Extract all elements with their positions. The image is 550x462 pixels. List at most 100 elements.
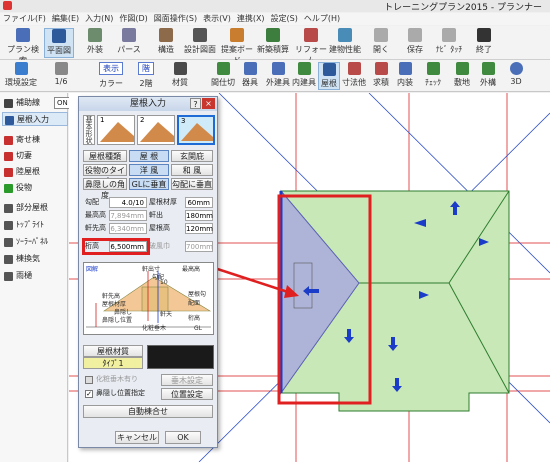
exterior-works-button[interactable]: 外構 [476, 62, 500, 90]
eave-height-field: 6,340mm [109, 223, 147, 234]
gutter-icon [4, 272, 13, 281]
sidebar-item-gable[interactable]: 切妻 [2, 149, 68, 163]
perspective-icon [122, 28, 136, 42]
sidebar-item-ridge-vent[interactable]: 棟換気 [2, 252, 68, 266]
max-height-diagram-label: 最高高 [182, 266, 201, 273]
roof-button[interactable]: 屋 根 [129, 150, 169, 162]
menu-settings[interactable]: 設定(S) [268, 13, 301, 25]
sidebar-item-roof-input[interactable]: 屋根入力 [2, 112, 68, 126]
roof-type-label: 屋根種類 [83, 150, 127, 162]
3d-icon [509, 62, 523, 75]
menu-draw[interactable]: 作図(D) [116, 13, 150, 25]
plan-search-button[interactable]: プラン検索 [4, 28, 42, 65]
interior-door-button[interactable]: 内建具 [290, 62, 318, 90]
touch-icon [442, 28, 456, 42]
shape-option-1[interactable]: 1 [97, 115, 135, 145]
rafter-checkbox[interactable] [85, 376, 93, 384]
structure-button[interactable]: 構造 [152, 28, 180, 58]
eave-projection-field[interactable]: 180mm [185, 210, 213, 221]
sidebar-item-partial-roof[interactable]: 部分屋根 [2, 201, 68, 215]
sidebar-item-solar-panel[interactable]: ｿｰﾗｰﾊﾟﾈﾙ [2, 235, 68, 249]
japanese-style-button[interactable]: 和 風 [171, 164, 213, 176]
menu-file[interactable]: ファイル(F) [0, 13, 49, 25]
max-height-label: 最高高 [85, 211, 106, 219]
site-button[interactable]: 敷地 [450, 62, 474, 90]
material-button[interactable]: 材質 [168, 62, 192, 90]
fascia-position-diagram-label: 鼻隠し位置 [102, 317, 133, 324]
interior-button[interactable]: 内装 [394, 62, 416, 90]
new-estimate-button[interactable]: 新築積算 [256, 28, 290, 58]
menu-view[interactable]: 表示(V) [200, 13, 234, 25]
roof-shape-3-icon [181, 123, 213, 141]
fence-icon [481, 62, 495, 75]
folder-icon [374, 28, 388, 42]
design-drawing-button[interactable]: 設計図面 [184, 28, 216, 58]
menu-input[interactable]: 入力(N) [82, 13, 116, 25]
title-bar: トレーニングプラン2015 - プランナー [0, 0, 550, 13]
sidebar-item-gutter[interactable]: 雨樋 [2, 269, 68, 283]
position-settings-button[interactable]: 位置設定 [161, 388, 213, 400]
dimension-button[interactable]: 寸法他 [340, 62, 368, 90]
save-button[interactable]: 保存 [404, 28, 426, 58]
material-swatch[interactable] [147, 345, 214, 369]
fascia-position-check-label: 鼻隠し位置指定 [96, 389, 145, 397]
ok-button[interactable]: OK [165, 431, 201, 444]
sidebar-item-guide-line[interactable]: 補助線 ON [2, 96, 71, 110]
shape-label: 基本形状 [83, 115, 95, 145]
material-type-button[interactable]: ﾀｲﾌﾟ1 [83, 357, 143, 369]
floor-plan-button[interactable]: 平面図 [44, 28, 74, 58]
roof-thickness-field[interactable]: 60mm [185, 197, 213, 208]
menu-link[interactable]: 連携(X) [234, 13, 268, 25]
building-performance-button[interactable]: 建物性能 [328, 28, 362, 58]
proposal-board-button[interactable]: 提案ボード [218, 28, 256, 65]
gl-vertical-button[interactable]: GLに垂直 [129, 178, 169, 190]
auto-ridge-button[interactable]: 自動棟合せ [83, 405, 213, 418]
perspective-button[interactable]: パース [114, 28, 144, 58]
fixture-button[interactable]: 器具 [238, 62, 262, 90]
fascia-position-checkbox[interactable]: ✓ [85, 390, 93, 398]
sidebar-item-trim[interactable]: 役物 [2, 181, 68, 195]
roof-button[interactable]: 屋根 [318, 62, 340, 90]
close-button[interactable]: × [202, 98, 215, 109]
sidebar-item-hip[interactable]: 寄せ棟 [2, 133, 68, 147]
sidebar-item-toplight[interactable]: ﾄｯﾌﾟﾗｲﾄ [2, 218, 68, 232]
structure-icon [159, 28, 173, 42]
reform-button[interactable]: リフォーム [294, 28, 328, 65]
western-style-button[interactable]: 洋 風 [129, 164, 169, 176]
roof-slope-face-label: 屋根勾配面 [188, 291, 207, 307]
fascia-angle-label: 鼻隠しの角度 [83, 178, 127, 200]
navi-touch-button[interactable]: ﾅﾋﾞ ﾀｯﾁ [434, 28, 464, 58]
display-color-button[interactable]: 表示 カラー [96, 62, 126, 90]
cancel-button[interactable]: キャンセル [115, 431, 159, 444]
roof-material-label: 屋根材質 [83, 345, 143, 357]
roof-height-field[interactable]: 120mm [185, 223, 213, 234]
help-button[interactable]: ? [190, 98, 201, 109]
entrance-canopy-button[interactable]: 玄関庇 [171, 150, 213, 162]
exit-button[interactable]: 終了 [472, 28, 496, 58]
env-settings-button[interactable]: 環境設定 [4, 62, 38, 90]
rafter-settings-button[interactable]: 垂木設定 [161, 374, 213, 386]
trim-icon [4, 184, 13, 193]
3d-button[interactable]: 3D [506, 62, 526, 90]
floor-button[interactable]: 階 2階 [132, 62, 160, 90]
exterior-button[interactable]: 外装 [80, 28, 110, 58]
shape-option-3[interactable]: 3 [177, 115, 215, 145]
pdf-icon [193, 28, 207, 42]
shape-option-2[interactable]: 2 [137, 115, 175, 145]
sidebar-item-flat[interactable]: 陸屋根 [2, 165, 68, 179]
menu-sheet-ops[interactable]: 図面操作(S) [151, 13, 200, 25]
exterior-door-button[interactable]: 外建具 [264, 62, 292, 90]
area-calc-button[interactable]: 求積 [370, 62, 392, 90]
menu-edit[interactable]: 編集(E) [49, 13, 82, 25]
open-button[interactable]: 開く [370, 28, 392, 58]
slope-vertical-button[interactable]: 勾配に垂直 [171, 178, 213, 190]
scale-button[interactable]: 1/6 [50, 62, 72, 90]
check-button[interactable]: ﾁｪｯｸ [420, 62, 446, 90]
gear-icon [14, 62, 28, 75]
pitch-field[interactable]: 4.0/10 [109, 197, 147, 208]
exit-icon [477, 28, 491, 42]
reform-icon [304, 28, 318, 42]
partition-button[interactable]: 間仕切 [210, 62, 236, 90]
secondary-toolbar: 環境設定 1/6 表示 カラー 階 2階 材質 間仕切 器具 外建具 内建具 屋根 … [0, 60, 550, 92]
menu-help[interactable]: ヘルプ(H) [301, 13, 343, 25]
